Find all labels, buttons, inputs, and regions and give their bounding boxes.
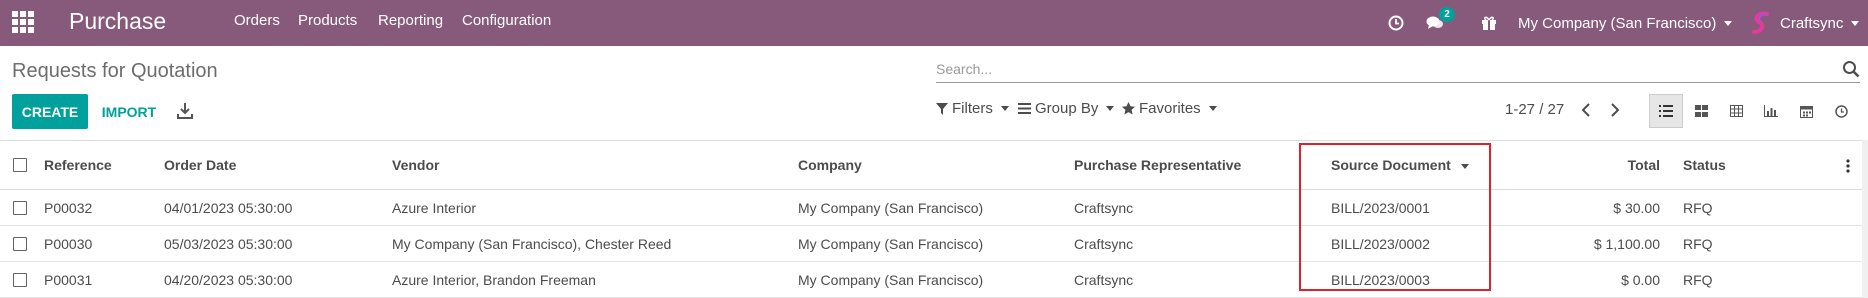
breadcrumb-title: Requests for Quotation xyxy=(12,60,218,82)
search-icon[interactable] xyxy=(1842,60,1860,78)
kanban-icon xyxy=(1694,105,1708,117)
calendar-icon xyxy=(1799,105,1813,118)
cell-representative: Craftsync xyxy=(1074,236,1134,252)
table-header: Reference Order Date Vendor Company Purc… xyxy=(0,140,1868,190)
user-name: Craftsync xyxy=(1780,14,1844,32)
groupby-icon xyxy=(1018,103,1031,114)
create-button[interactable]: CREATE xyxy=(12,94,88,129)
chevron-right-icon[interactable] xyxy=(1609,102,1621,118)
cell-total: $ 0.00 xyxy=(1621,272,1660,288)
column-header-vendor[interactable]: Vendor xyxy=(392,157,439,173)
search-input[interactable] xyxy=(936,58,1816,80)
graph-view-button[interactable] xyxy=(1754,94,1788,128)
favorites-label: Favorites xyxy=(1139,100,1201,117)
chevron-left-icon[interactable] xyxy=(1580,102,1592,118)
cell-total: $ 1,100.00 xyxy=(1593,236,1660,252)
column-header-representative[interactable]: Purchase Representative xyxy=(1074,157,1241,173)
menu-orders[interactable]: Orders xyxy=(234,12,280,29)
row-checkbox[interactable] xyxy=(13,201,27,215)
cell-representative: Craftsync xyxy=(1074,200,1134,216)
cell-company: My Company (San Francisco) xyxy=(798,272,984,288)
select-all-checkbox[interactable] xyxy=(13,158,27,172)
pivot-icon xyxy=(1729,105,1743,117)
table-row[interactable]: P00032 04/01/2023 05:30:00 Azure Interio… xyxy=(0,190,1868,226)
cell-vendor: My Company (San Francisco), Chester Reed xyxy=(392,236,672,252)
table-row[interactable]: P00031 04/20/2023 05:30:00 Azure Interio… xyxy=(0,262,1868,298)
graph-icon xyxy=(1764,105,1778,117)
cell-reference: P00031 xyxy=(44,272,93,288)
vertical-scrollbar[interactable] xyxy=(1862,140,1868,298)
import-button[interactable]: IMPORT xyxy=(101,94,157,129)
groupby-button[interactable]: Group By xyxy=(1018,100,1115,117)
messages-icon[interactable] xyxy=(1426,0,1444,46)
column-header-reference[interactable]: Reference xyxy=(44,157,112,173)
menu-configuration[interactable]: Configuration xyxy=(462,12,551,29)
download-icon[interactable] xyxy=(176,101,194,121)
cell-order-date: 04/01/2023 05:30:00 xyxy=(164,200,293,216)
sort-desc-icon xyxy=(1460,163,1469,169)
list-view-button[interactable] xyxy=(1649,94,1683,128)
cell-status: RFQ xyxy=(1683,200,1713,216)
cell-order-date: 05/03/2023 05:30:00 xyxy=(164,236,293,252)
row-checkbox[interactable] xyxy=(13,273,27,287)
filters-button[interactable]: Filters xyxy=(936,100,1009,117)
menu-products[interactable]: Products xyxy=(298,12,357,29)
user-avatar-icon xyxy=(1752,11,1769,34)
activity-clock-icon[interactable] xyxy=(1388,0,1404,46)
cell-reference: P00030 xyxy=(44,236,93,252)
user-menu[interactable]: Craftsync xyxy=(1750,0,1860,46)
chevron-down-icon xyxy=(1000,106,1009,111)
cell-vendor: Azure Interior xyxy=(392,200,477,216)
menu-reporting[interactable]: Reporting xyxy=(378,12,443,29)
filters-label: Filters xyxy=(952,100,993,117)
chevron-down-icon xyxy=(1208,106,1217,111)
cell-source-document: BILL/2023/0002 xyxy=(1331,236,1430,252)
pivot-view-button[interactable] xyxy=(1719,94,1753,128)
chevron-down-icon xyxy=(1106,106,1115,111)
activity-view-button[interactable] xyxy=(1824,94,1858,128)
cell-company: My Company (San Francisco) xyxy=(798,200,984,216)
list-icon xyxy=(1659,105,1673,117)
kanban-view-button[interactable] xyxy=(1684,94,1718,128)
search-bar xyxy=(936,56,1860,83)
cell-source-document: BILL/2023/0001 xyxy=(1331,200,1430,216)
gift-icon[interactable] xyxy=(1481,0,1497,46)
cell-total: $ 30.00 xyxy=(1613,200,1660,216)
column-header-total[interactable]: Total xyxy=(1560,157,1660,173)
chevron-down-icon xyxy=(1851,20,1860,26)
app-title: Purchase xyxy=(69,8,167,34)
cell-company: My Company (San Francisco) xyxy=(798,236,984,252)
row-checkbox[interactable] xyxy=(13,237,27,251)
pager-value[interactable]: 1-27 / 27 xyxy=(1505,101,1564,118)
top-navbar: Purchase Orders Products Reporting Confi… xyxy=(0,0,1868,46)
optional-columns-kebab-icon[interactable] xyxy=(1846,159,1850,173)
column-header-company[interactable]: Company xyxy=(798,157,862,173)
activity-icon xyxy=(1834,104,1848,118)
table-row[interactable]: P00030 05/03/2023 05:30:00 My Company (S… xyxy=(0,226,1868,262)
calendar-view-button[interactable] xyxy=(1789,94,1823,128)
chevron-down-icon xyxy=(1724,20,1733,26)
groupby-label: Group By xyxy=(1035,100,1099,117)
cell-reference: P00032 xyxy=(44,200,93,216)
favorites-button[interactable]: Favorites xyxy=(1122,100,1217,117)
column-header-order-date[interactable]: Order Date xyxy=(164,157,236,173)
filter-icon xyxy=(936,102,948,115)
column-header-status[interactable]: Status xyxy=(1683,157,1726,173)
cell-vendor: Azure Interior, Brandon Freeman xyxy=(392,272,596,288)
cell-status: RFQ xyxy=(1683,272,1713,288)
apps-grid-icon[interactable] xyxy=(12,11,34,33)
cell-status: RFQ xyxy=(1683,236,1713,252)
cell-order-date: 04/20/2023 05:30:00 xyxy=(164,272,293,288)
company-switcher[interactable]: My Company (San Francisco) xyxy=(1518,0,1733,46)
column-header-source-document[interactable]: Source Document xyxy=(1331,157,1469,173)
cell-source-document: BILL/2023/0003 xyxy=(1331,272,1430,288)
source-document-label: Source Document xyxy=(1331,157,1451,173)
cell-representative: Craftsync xyxy=(1074,272,1134,288)
company-name: My Company (San Francisco) xyxy=(1518,14,1717,32)
star-icon xyxy=(1122,102,1135,115)
messages-count-badge: 2 xyxy=(1439,7,1455,22)
